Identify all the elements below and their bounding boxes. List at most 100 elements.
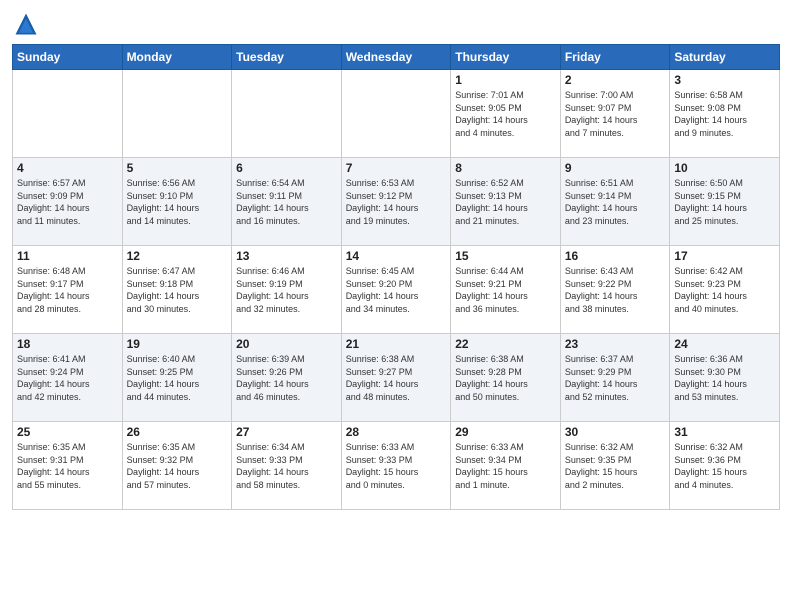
- day-info: Sunrise: 6:57 AM Sunset: 9:09 PM Dayligh…: [17, 177, 118, 227]
- day-number: 19: [127, 337, 228, 351]
- calendar-cell: 28Sunrise: 6:33 AM Sunset: 9:33 PM Dayli…: [341, 422, 451, 510]
- day-info: Sunrise: 6:38 AM Sunset: 9:27 PM Dayligh…: [346, 353, 447, 403]
- calendar-cell: 20 Sunrise: 6:39 AM Sunset: 9:26 PM Dayli…: [232, 334, 342, 422]
- day-info: Sunrise: 6:32 AM Sunset: 9:36 PM Dayligh…: [674, 441, 775, 491]
- calendar-cell: 12 Sunrise: 6:47 AM Sunset: 9:18 PM Dayli…: [122, 246, 232, 334]
- day-info: Sunrise: 6:43 AM Sunset: 9:22 PM Dayligh…: [565, 265, 666, 315]
- header: [12, 10, 780, 38]
- day-info: Sunrise: 6:35 AM Sunset: 9:32 PM Dayligh…: [127, 441, 228, 491]
- day-info: Sunrise: 7:00 AM Sunset: 9:07 PM Dayligh…: [565, 89, 666, 139]
- calendar-week-row: 25 Sunrise: 6:35 AM Sunset: 9:31 PM Dayli…: [13, 422, 780, 510]
- calendar-cell: 16Sunrise: 6:43 AM Sunset: 9:22 PM Dayli…: [560, 246, 670, 334]
- day-info: Sunrise: 6:41 AM Sunset: 9:24 PM Dayligh…: [17, 353, 118, 403]
- calendar-cell: [122, 70, 232, 158]
- calendar-cell: 9 Sunrise: 6:51 AM Sunset: 9:14 PM Daylig…: [560, 158, 670, 246]
- day-info: Sunrise: 6:34 AM Sunset: 9:33 PM Dayligh…: [236, 441, 337, 491]
- day-info: Sunrise: 6:51 AM Sunset: 9:14 PM Dayligh…: [565, 177, 666, 227]
- day-number: 5: [127, 161, 228, 175]
- calendar-header: SundayMondayTuesdayWednesdayThursdayFrid…: [13, 45, 780, 70]
- day-info: Sunrise: 6:52 AM Sunset: 9:13 PM Dayligh…: [455, 177, 556, 227]
- calendar-cell: 1Sunrise: 7:01 AM Sunset: 9:05 PM Daylig…: [451, 70, 561, 158]
- calendar-cell: 7Sunrise: 6:53 AM Sunset: 9:12 PM Daylig…: [341, 158, 451, 246]
- calendar-cell: 17Sunrise: 6:42 AM Sunset: 9:23 PM Dayli…: [670, 246, 780, 334]
- day-number: 6: [236, 161, 337, 175]
- day-info: Sunrise: 6:40 AM Sunset: 9:25 PM Dayligh…: [127, 353, 228, 403]
- calendar-cell: 29Sunrise: 6:33 AM Sunset: 9:34 PM Dayli…: [451, 422, 561, 510]
- calendar-cell: 26 Sunrise: 6:35 AM Sunset: 9:32 PM Dayli…: [122, 422, 232, 510]
- day-number: 18: [17, 337, 118, 351]
- day-header: Wednesday: [341, 45, 451, 70]
- calendar-week-row: 11 Sunrise: 6:48 AM Sunset: 9:17 PM Dayli…: [13, 246, 780, 334]
- page: SundayMondayTuesdayWednesdayThursdayFrid…: [0, 0, 792, 612]
- day-info: Sunrise: 6:38 AM Sunset: 9:28 PM Dayligh…: [455, 353, 556, 403]
- day-info: Sunrise: 6:45 AM Sunset: 9:20 PM Dayligh…: [346, 265, 447, 315]
- day-info: Sunrise: 6:54 AM Sunset: 9:11 PM Dayligh…: [236, 177, 337, 227]
- day-info: Sunrise: 6:46 AM Sunset: 9:19 PM Dayligh…: [236, 265, 337, 315]
- calendar-cell: 18 Sunrise: 6:41 AM Sunset: 9:24 PM Dayli…: [13, 334, 123, 422]
- calendar-cell: 19 Sunrise: 6:40 AM Sunset: 9:25 PM Dayli…: [122, 334, 232, 422]
- calendar-cell: 10 Sunrise: 6:50 AM Sunset: 9:15 PM Dayli…: [670, 158, 780, 246]
- day-number: 11: [17, 249, 118, 263]
- day-number: 28: [346, 425, 447, 439]
- day-info: Sunrise: 6:39 AM Sunset: 9:26 PM Dayligh…: [236, 353, 337, 403]
- calendar-cell: 4 Sunrise: 6:57 AM Sunset: 9:09 PM Daylig…: [13, 158, 123, 246]
- calendar-week-row: 1Sunrise: 7:01 AM Sunset: 9:05 PM Daylig…: [13, 70, 780, 158]
- day-number: 31: [674, 425, 775, 439]
- day-number: 26: [127, 425, 228, 439]
- calendar-week-row: 18 Sunrise: 6:41 AM Sunset: 9:24 PM Dayli…: [13, 334, 780, 422]
- calendar-cell: 22 Sunrise: 6:38 AM Sunset: 9:28 PM Dayli…: [451, 334, 561, 422]
- day-number: 12: [127, 249, 228, 263]
- day-number: 10: [674, 161, 775, 175]
- calendar-cell: [341, 70, 451, 158]
- calendar: SundayMondayTuesdayWednesdayThursdayFrid…: [12, 44, 780, 510]
- day-number: 9: [565, 161, 666, 175]
- calendar-cell: 13Sunrise: 6:46 AM Sunset: 9:19 PM Dayli…: [232, 246, 342, 334]
- calendar-cell: 5 Sunrise: 6:56 AM Sunset: 9:10 PM Daylig…: [122, 158, 232, 246]
- day-number: 25: [17, 425, 118, 439]
- day-info: Sunrise: 6:35 AM Sunset: 9:31 PM Dayligh…: [17, 441, 118, 491]
- day-info: Sunrise: 6:47 AM Sunset: 9:18 PM Dayligh…: [127, 265, 228, 315]
- calendar-cell: [13, 70, 123, 158]
- day-header: Monday: [122, 45, 232, 70]
- day-number: 27: [236, 425, 337, 439]
- day-number: 2: [565, 73, 666, 87]
- day-number: 4: [17, 161, 118, 175]
- day-number: 21: [346, 337, 447, 351]
- calendar-cell: 8Sunrise: 6:52 AM Sunset: 9:13 PM Daylig…: [451, 158, 561, 246]
- calendar-cell: 24 Sunrise: 6:36 AM Sunset: 9:30 PM Dayli…: [670, 334, 780, 422]
- day-info: Sunrise: 6:58 AM Sunset: 9:08 PM Dayligh…: [674, 89, 775, 139]
- day-number: 20: [236, 337, 337, 351]
- day-number: 1: [455, 73, 556, 87]
- calendar-cell: 21 Sunrise: 6:38 AM Sunset: 9:27 PM Dayli…: [341, 334, 451, 422]
- day-number: 24: [674, 337, 775, 351]
- calendar-cell: 3 Sunrise: 6:58 AM Sunset: 9:08 PM Daylig…: [670, 70, 780, 158]
- calendar-cell: 31 Sunrise: 6:32 AM Sunset: 9:36 PM Dayli…: [670, 422, 780, 510]
- day-number: 15: [455, 249, 556, 263]
- calendar-cell: 15 Sunrise: 6:44 AM Sunset: 9:21 PM Dayli…: [451, 246, 561, 334]
- calendar-cell: 25 Sunrise: 6:35 AM Sunset: 9:31 PM Dayli…: [13, 422, 123, 510]
- day-info: Sunrise: 6:44 AM Sunset: 9:21 PM Dayligh…: [455, 265, 556, 315]
- day-header: Friday: [560, 45, 670, 70]
- calendar-week-row: 4 Sunrise: 6:57 AM Sunset: 9:09 PM Daylig…: [13, 158, 780, 246]
- day-info: Sunrise: 6:42 AM Sunset: 9:23 PM Dayligh…: [674, 265, 775, 315]
- calendar-cell: 30 Sunrise: 6:32 AM Sunset: 9:35 PM Dayli…: [560, 422, 670, 510]
- day-info: Sunrise: 6:50 AM Sunset: 9:15 PM Dayligh…: [674, 177, 775, 227]
- calendar-cell: 11 Sunrise: 6:48 AM Sunset: 9:17 PM Dayli…: [13, 246, 123, 334]
- day-number: 29: [455, 425, 556, 439]
- day-number: 14: [346, 249, 447, 263]
- calendar-cell: 14 Sunrise: 6:45 AM Sunset: 9:20 PM Dayli…: [341, 246, 451, 334]
- header-row: SundayMondayTuesdayWednesdayThursdayFrid…: [13, 45, 780, 70]
- day-number: 30: [565, 425, 666, 439]
- day-info: Sunrise: 6:56 AM Sunset: 9:10 PM Dayligh…: [127, 177, 228, 227]
- calendar-cell: 6 Sunrise: 6:54 AM Sunset: 9:11 PM Daylig…: [232, 158, 342, 246]
- calendar-cell: 27 Sunrise: 6:34 AM Sunset: 9:33 PM Dayli…: [232, 422, 342, 510]
- calendar-body: 1Sunrise: 7:01 AM Sunset: 9:05 PM Daylig…: [13, 70, 780, 510]
- calendar-cell: [232, 70, 342, 158]
- day-info: Sunrise: 6:37 AM Sunset: 9:29 PM Dayligh…: [565, 353, 666, 403]
- day-info: Sunrise: 6:36 AM Sunset: 9:30 PM Dayligh…: [674, 353, 775, 403]
- day-number: 3: [674, 73, 775, 87]
- day-info: Sunrise: 6:48 AM Sunset: 9:17 PM Dayligh…: [17, 265, 118, 315]
- day-header: Saturday: [670, 45, 780, 70]
- day-info: Sunrise: 6:32 AM Sunset: 9:35 PM Dayligh…: [565, 441, 666, 491]
- day-number: 22: [455, 337, 556, 351]
